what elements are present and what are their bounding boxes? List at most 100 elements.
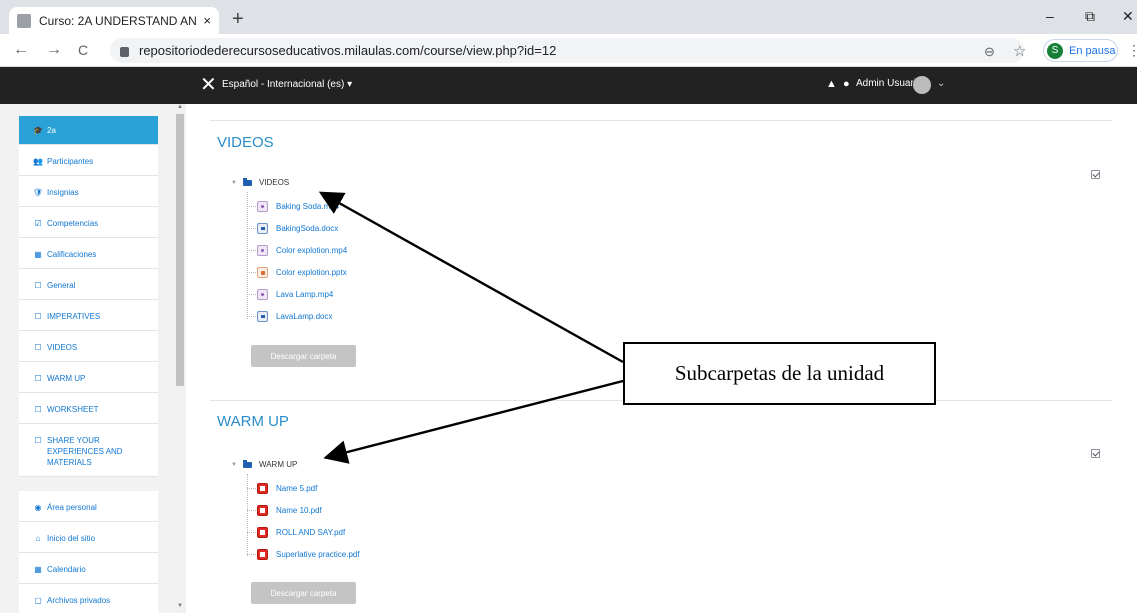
nav-item-insignias[interactable]: 🛡 Insignias <box>19 176 158 207</box>
lock-icon <box>120 46 129 57</box>
file-item[interactable]: Name 10.pdf <box>247 505 322 516</box>
file-item[interactable]: Name 5.pdf <box>247 483 317 494</box>
nav-item-general[interactable]: ☐ General <box>19 269 158 300</box>
user-menu-caret-icon[interactable]: ⌄ <box>937 78 945 89</box>
nav-item-share[interactable]: ☐ SHARE YOUR EXPERIENCES AND MATERIALS <box>19 424 158 477</box>
nav-item-calificaciones[interactable]: ▦ Calificaciones <box>19 238 158 269</box>
bookmark-star-icon[interactable]: ☆ <box>1013 42 1026 60</box>
browser-tab[interactable]: Curso: 2A UNDERSTAND AND W × <box>9 7 219 34</box>
file-item[interactable]: Lava Lamp.mp4 <box>247 289 333 300</box>
nav-item-competencias[interactable]: ☑ Competencias <box>19 207 158 238</box>
folder-icon: ☐ <box>34 436 42 445</box>
nav-drawer: 🎓 2a 👥 Participantes 🛡 Insignias ☑ Compe… <box>0 104 186 613</box>
nav-item-course[interactable]: 🎓 2a <box>19 116 158 145</box>
scroll-up-icon[interactable]: ▲ <box>177 104 183 110</box>
home-icon: ⌂ <box>35 534 41 543</box>
video-file-icon <box>257 245 268 256</box>
file-item[interactable]: Color explotion.pptx <box>247 267 347 278</box>
file-item[interactable]: Color explotion.mp4 <box>247 245 347 256</box>
download-folder-button[interactable]: Descargar carpeta <box>251 582 356 604</box>
reload-icon[interactable]: C <box>78 42 88 58</box>
nav-item-imperatives[interactable]: ☐ IMPERATIVES <box>19 300 158 331</box>
user-name[interactable]: Admin Usuario <box>856 78 922 89</box>
nav-item-label: Archivos privados <box>47 596 111 605</box>
folder-icon: ☐ <box>34 405 42 414</box>
nav-item-warm-up[interactable]: ☐ WARM UP <box>19 362 158 393</box>
folder-warm-up[interactable]: ▼ WARM UP <box>231 459 298 469</box>
folder-name: VIDEOS <box>258 178 290 187</box>
forward-icon[interactable]: → <box>46 41 62 59</box>
folder-icon: ☐ <box>34 343 42 352</box>
download-folder-button[interactable]: Descargar carpeta <box>251 345 356 367</box>
expand-triangle-icon[interactable]: ▼ <box>231 180 237 186</box>
restore-icon[interactable]: ⧉ <box>1085 8 1095 25</box>
folder-name: WARM UP <box>258 460 298 469</box>
minimize-icon[interactable]: – <box>1046 8 1054 24</box>
nav-item-label: WARM UP <box>47 374 86 383</box>
folder-icon <box>242 177 252 186</box>
url-text: repositoriodederecursoseducativos.milaul… <box>139 43 557 58</box>
nav-item-area-personal[interactable]: ◉ Área personal <box>19 491 158 522</box>
back-icon[interactable]: ← <box>13 41 29 59</box>
scroll-down-icon[interactable]: ▼ <box>177 603 183 609</box>
expand-triangle-icon[interactable]: ▼ <box>231 462 237 468</box>
checkbox-icon: ☑ <box>34 219 42 228</box>
nav-item-label: Inicio del sitio <box>47 534 96 543</box>
section-title-warm-up[interactable]: WARM UP <box>217 413 289 430</box>
tab-close-icon[interactable]: × <box>203 13 211 28</box>
profile-button[interactable]: S En pausa <box>1043 39 1118 62</box>
file-item[interactable]: Superlative practice.pdf <box>247 549 360 560</box>
url-field[interactable]: repositoriodederecursoseducativos.milaul… <box>110 38 1024 63</box>
folder-icon: ☐ <box>34 374 42 383</box>
nav-item-label: Calendario <box>47 565 86 574</box>
drawer-close-icon[interactable]: ✕ <box>200 72 217 97</box>
nav-item-label: Calificaciones <box>47 250 97 259</box>
screen: Curso: 2A UNDERSTAND AND W × + – ⧉ ✕ ← →… <box>0 0 1137 613</box>
nav-item-participantes[interactable]: 👥 Participantes <box>19 145 158 176</box>
video-file-icon <box>257 289 268 300</box>
file-item[interactable]: Baking Soda.mp4 <box>247 201 339 212</box>
folder-videos[interactable]: ▼ VIDEOS <box>231 177 290 187</box>
bell-icon[interactable]: ▲ <box>826 78 837 90</box>
user-avatar[interactable] <box>913 76 931 94</box>
file-name: Name 5.pdf <box>276 484 318 493</box>
file-item[interactable]: BakingSoda.docx <box>247 223 338 234</box>
nav-list: 🎓 2a 👥 Participantes 🛡 Insignias ☑ Compe… <box>19 116 158 613</box>
completion-checkbox[interactable] <box>1091 449 1100 458</box>
file-name: Superlative practice.pdf <box>276 550 360 559</box>
powerpoint-file-icon <box>257 267 268 278</box>
browser-menu-icon[interactable]: ⋮ <box>1127 42 1137 59</box>
completion-checkbox[interactable] <box>1091 170 1100 179</box>
nav-item-inicio[interactable]: ⌂ Inicio del sitio <box>19 522 158 553</box>
new-tab-icon[interactable]: + <box>232 8 244 31</box>
window-close-icon[interactable]: ✕ <box>1122 8 1134 25</box>
chat-icon[interactable]: ● <box>843 78 850 90</box>
nav-item-calendario[interactable]: ▦ Calendario <box>19 553 158 584</box>
file-icon: ▢ <box>34 596 42 605</box>
nav-item-label: 2a <box>47 126 56 135</box>
nav-item-label: General <box>47 281 76 290</box>
pdf-file-icon <box>257 527 268 538</box>
sidebar-scrollbar[interactable]: ▲ ▼ <box>174 104 186 613</box>
browser-tab-bar: Curso: 2A UNDERSTAND AND W × + – ⧉ ✕ <box>0 0 1137 34</box>
file-item[interactable]: LavaLamp.docx <box>247 311 332 322</box>
nav-item-label: WORKSHEET <box>47 405 99 414</box>
nav-item-label: Área personal <box>47 503 97 512</box>
section-title-videos[interactable]: VIDEOS <box>217 134 274 151</box>
folder-icon: ☐ <box>34 312 42 321</box>
scroll-thumb[interactable] <box>176 114 184 386</box>
video-file-icon <box>257 201 268 212</box>
tab-title: Curso: 2A UNDERSTAND AND W <box>39 13 197 28</box>
nav-item-archivos[interactable]: ▢ Archivos privados <box>19 584 158 613</box>
moodle-top-bar: ✕ Español - Internacional (es) ▾ ▲ ● Adm… <box>0 67 1137 104</box>
dashboard-icon: ◉ <box>34 503 42 512</box>
nav-item-videos[interactable]: ☐ VIDEOS <box>19 331 158 362</box>
table-icon: ▦ <box>34 250 42 259</box>
zoom-icon[interactable]: ⊖ <box>984 44 995 60</box>
nav-item-label: IMPERATIVES <box>47 312 101 321</box>
nav-item-worksheet[interactable]: ☐ WORKSHEET <box>19 393 158 424</box>
file-name: Color explotion.pptx <box>276 268 347 277</box>
file-item[interactable]: ROLL AND SAY.pdf <box>247 527 345 538</box>
language-menu[interactable]: Español - Internacional (es) ▾ <box>222 79 352 90</box>
word-file-icon <box>257 223 268 234</box>
